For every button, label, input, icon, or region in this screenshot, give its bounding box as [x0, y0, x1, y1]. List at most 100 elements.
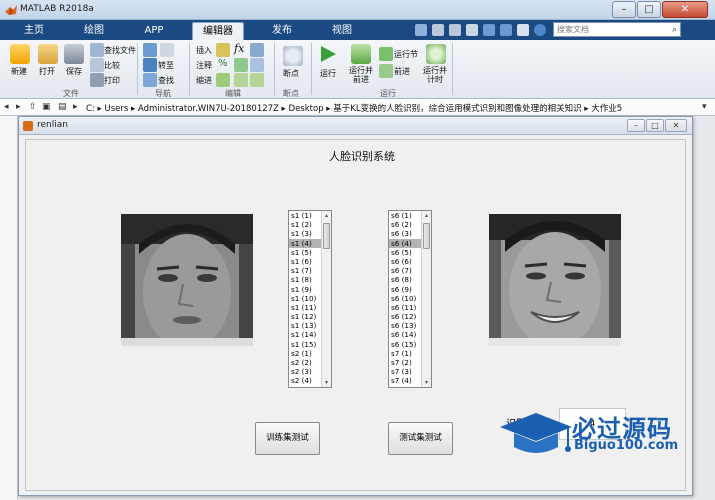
maximize-button[interactable]: □: [637, 1, 661, 18]
cut-quick-icon[interactable]: [432, 24, 444, 36]
tab-home[interactable]: 主页: [12, 22, 56, 40]
browse-folder-icon[interactable]: ▣: [42, 102, 51, 112]
find-files-button[interactable]: 查找文件: [104, 45, 136, 56]
root-folder-icon[interactable]: ▤: [58, 102, 67, 112]
figure-maximize-button[interactable]: □: [646, 119, 664, 132]
tab-plots[interactable]: 绘图: [70, 22, 118, 40]
close-button[interactable]: ✕: [662, 1, 708, 18]
new-icon[interactable]: [10, 44, 30, 64]
run-icon[interactable]: [318, 44, 338, 64]
training-image-listbox[interactable]: s1 (1) s1 (2) s1 (3) s1 (4) s1 (5) s1 (6) s1 (…: [288, 210, 332, 388]
path-arrow-icon: ▸: [73, 102, 78, 112]
find-files-icon: [90, 43, 104, 57]
run-and-advance-icon[interactable]: [351, 44, 371, 64]
search-documentation-input[interactable]: 搜索文档 ⌕: [553, 22, 681, 37]
scrollbar-thumb[interactable]: [323, 223, 330, 249]
switch-windows-icon[interactable]: [517, 24, 529, 36]
save-icon[interactable]: [64, 44, 84, 64]
run-and-time-icon[interactable]: [426, 44, 446, 64]
separator: [452, 43, 453, 95]
forward-arrow-icon[interactable]: [160, 43, 174, 57]
separator: [189, 43, 190, 95]
run-and-advance-button[interactable]: 运行并 前进: [349, 66, 373, 84]
figure-title: renlian: [37, 120, 68, 130]
group-label-run: 运行: [380, 89, 396, 98]
run-and-time-button[interactable]: 运行并 计时: [423, 66, 447, 84]
new-button[interactable]: 新建: [11, 66, 27, 77]
search-icon: ⌕: [671, 25, 677, 35]
undo-quick-icon[interactable]: [483, 24, 495, 36]
back-icon[interactable]: ◂: [4, 102, 9, 112]
listbox-scrollbar[interactable]: ▴ ▾: [321, 211, 331, 387]
tab-editor[interactable]: 编辑器: [192, 22, 244, 40]
train-test-button[interactable]: 训练集测试: [255, 422, 320, 455]
scroll-down-icon[interactable]: ▾: [322, 378, 331, 387]
test-face-image: [489, 214, 621, 346]
tab-apps[interactable]: APP: [130, 22, 178, 40]
separator: [137, 43, 138, 95]
comment-button[interactable]: 注释: [196, 60, 212, 71]
back-arrow-icon[interactable]: [143, 43, 157, 57]
group-label-navigate: 导航: [155, 89, 171, 98]
print-button[interactable]: 打印: [104, 75, 120, 86]
open-folder-icon[interactable]: [38, 44, 58, 64]
current-folder-pane: [0, 116, 18, 500]
run-button[interactable]: 运行: [320, 68, 336, 79]
forward-icon[interactable]: ▸: [16, 102, 21, 112]
run-section-button[interactable]: 运行节: [394, 49, 418, 60]
tab-view[interactable]: 视图: [318, 22, 366, 40]
run-section-icon: [379, 47, 393, 61]
compare-button[interactable]: 比较: [104, 60, 120, 71]
insert-button[interactable]: 插入: [196, 45, 212, 56]
wrap-comments-icon[interactable]: [250, 58, 264, 72]
search-placeholder: 搜索文档: [557, 25, 589, 34]
watermark-en-text: Biguo100.com: [574, 438, 679, 453]
scrollbar-thumb[interactable]: [423, 223, 430, 249]
tab-publish[interactable]: 发布: [258, 22, 306, 40]
help-quick-icon[interactable]: [534, 24, 546, 36]
current-folder-path[interactable]: C: ▸ Users ▸ Administrator.WIN7U-2018012…: [86, 102, 622, 114]
breakpoints-button[interactable]: 断点: [283, 68, 299, 79]
increase-indent-icon[interactable]: [234, 73, 248, 87]
compare-icon: [90, 58, 104, 72]
scroll-up-icon[interactable]: ▴: [422, 211, 431, 220]
redo-quick-icon[interactable]: [500, 24, 512, 36]
scroll-down-icon[interactable]: ▾: [422, 378, 431, 387]
uncomment-icon[interactable]: [234, 58, 248, 72]
figure-minimize-button[interactable]: –: [627, 119, 645, 132]
smart-indent-icon[interactable]: [216, 73, 230, 87]
figure-close-button[interactable]: ✕: [665, 119, 687, 132]
group-label-file: 文件: [63, 89, 79, 98]
path-dropdown-icon[interactable]: ▾: [702, 102, 707, 112]
advance-icon: [379, 64, 393, 78]
breakpoints-icon[interactable]: [283, 46, 303, 66]
save-button[interactable]: 保存: [66, 66, 82, 77]
insert-menu-icon[interactable]: [250, 43, 264, 57]
save-quick-icon[interactable]: [415, 24, 427, 36]
goto-button[interactable]: 转至: [158, 60, 174, 71]
open-button[interactable]: 打开: [39, 66, 55, 77]
listbox-scrollbar[interactable]: ▴ ▾: [421, 211, 431, 387]
copy-quick-icon[interactable]: [449, 24, 461, 36]
indent-button[interactable]: 缩进: [196, 75, 212, 86]
separator: [311, 43, 312, 95]
separator: [274, 43, 275, 95]
test-set-button[interactable]: 测试集测试: [388, 422, 453, 455]
insert-section-icon[interactable]: [216, 43, 230, 57]
page-title: 人脸识别系统: [329, 150, 395, 163]
matlab-title-bar: MATLAB R2018a – □ ✕: [0, 0, 715, 20]
test-image-listbox[interactable]: s6 (1) s6 (2) s6 (3) s6 (4) s6 (5) s6 (6) s6 (…: [388, 210, 432, 388]
advance-button[interactable]: 前进: [394, 66, 410, 77]
paste-quick-icon[interactable]: [466, 24, 478, 36]
find-button[interactable]: 查找: [158, 75, 174, 86]
scroll-up-icon[interactable]: ▴: [322, 211, 331, 220]
up-folder-icon[interactable]: ⇧: [29, 102, 37, 112]
minimize-button[interactable]: –: [612, 1, 636, 18]
goto-icon: [143, 58, 157, 72]
percent-comment-icon[interactable]: %: [218, 58, 228, 69]
decrease-indent-icon[interactable]: [250, 73, 264, 87]
address-bar[interactable]: ◂ ▸ ⇧ ▣ ▤ ▸ C: ▸ Users ▸ Administrator.W…: [0, 100, 715, 116]
print-icon: [90, 73, 104, 87]
function-fx-icon[interactable]: fx: [234, 42, 244, 55]
matlab-logo-icon: [5, 5, 17, 15]
